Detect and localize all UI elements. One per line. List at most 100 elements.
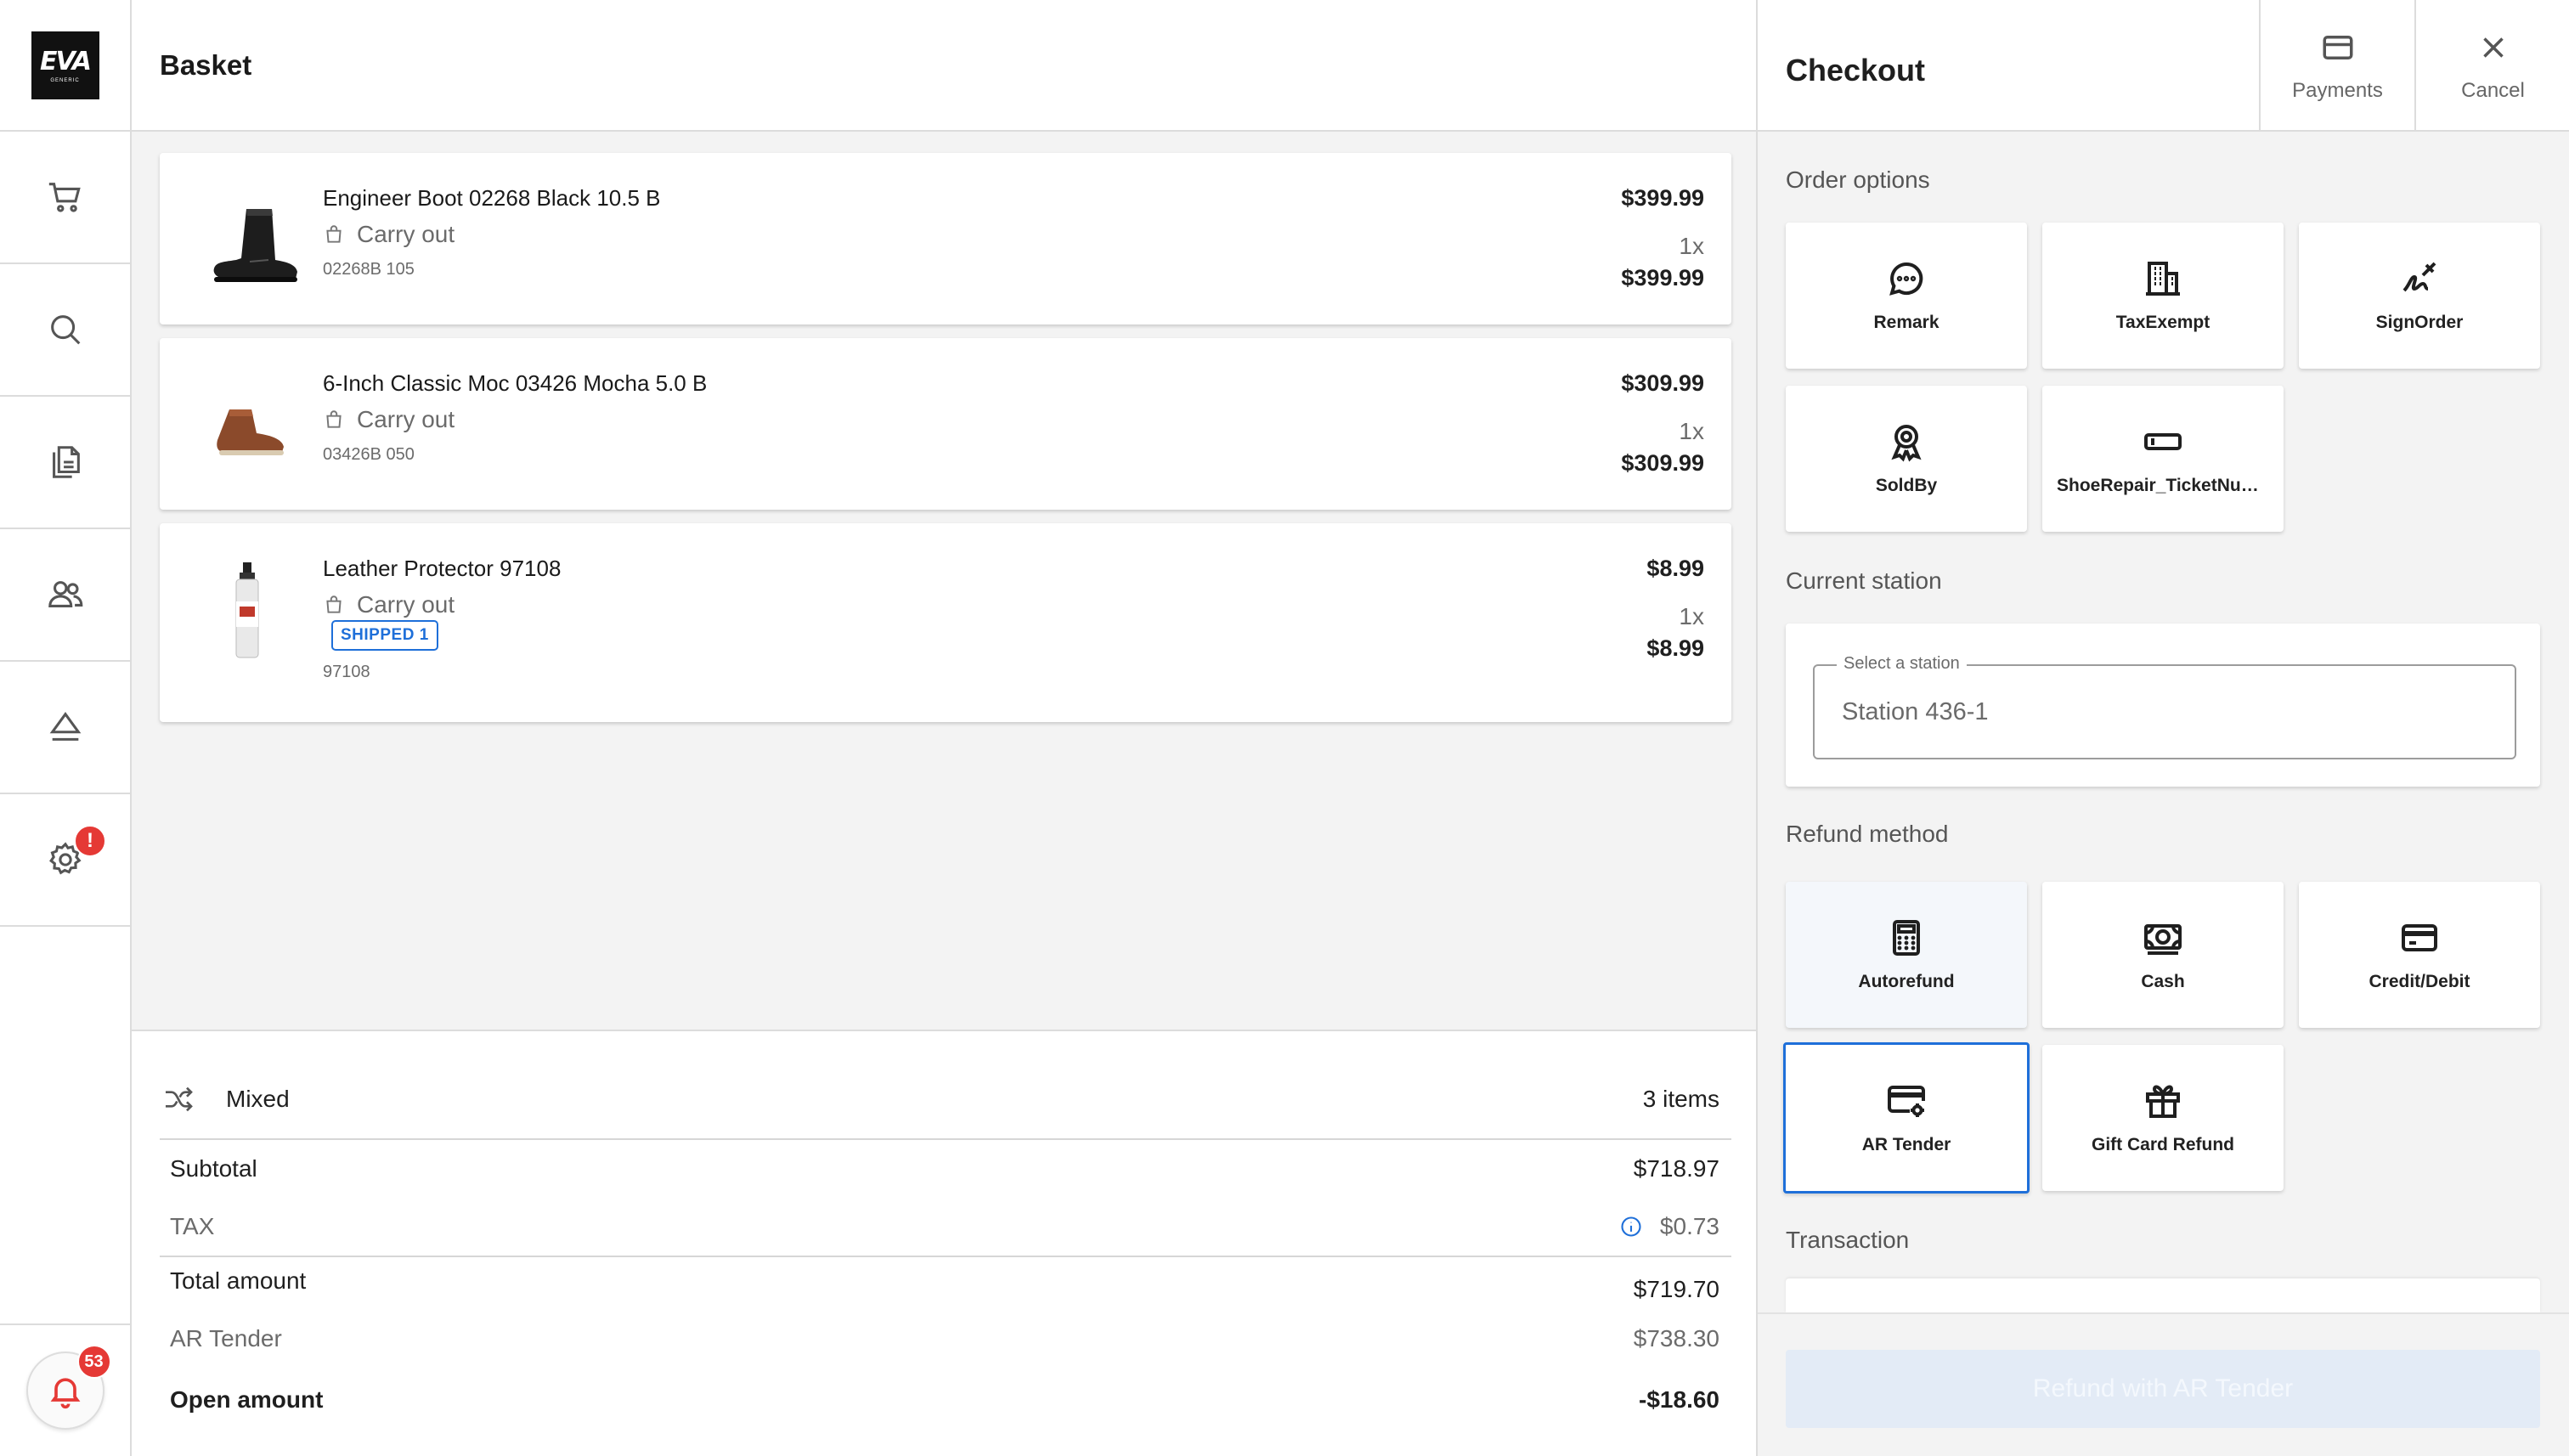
fulfillment-mode: Mixed xyxy=(226,1086,290,1112)
notifications-button[interactable]: 53 xyxy=(25,1345,111,1430)
shuffle-icon xyxy=(166,1086,193,1112)
logo-cell: EVA GENERIC xyxy=(0,0,130,132)
line-quantity: 1x xyxy=(1679,233,1704,259)
cash-option[interactable]: Cash xyxy=(2042,882,2284,1028)
eva-logo: EVA GENERIC xyxy=(31,31,99,99)
total-label: Total amount xyxy=(170,1267,307,1294)
remark-label: Remark xyxy=(1873,313,1939,332)
line-quantity: 1x xyxy=(1679,418,1704,444)
checkout-title: Checkout xyxy=(1786,53,1926,87)
checkout-footer: Refund with AR Tender xyxy=(1758,1312,2569,1456)
line-sku: 97108 xyxy=(323,663,370,681)
line-fulfillment: Carry out xyxy=(323,406,455,433)
rail-basket[interactable] xyxy=(0,132,130,264)
refund-method-heading: Refund method xyxy=(1786,821,1949,847)
eject-icon xyxy=(49,712,81,741)
line-total: $8.99 xyxy=(1646,635,1704,661)
ticket-icon xyxy=(2144,433,2182,450)
rail-eject[interactable] xyxy=(0,662,130,794)
line-product-name: 6-Inch Classic Moc 03426 Mocha 5.0 B xyxy=(323,370,708,396)
rail-search[interactable] xyxy=(0,264,130,397)
award-ribbon-icon xyxy=(1891,425,1922,462)
bell-icon xyxy=(50,1378,80,1409)
cash-label: Cash xyxy=(2141,972,2185,991)
ar-tender-label: AR Tender xyxy=(1861,1135,1951,1154)
basket-line[interactable]: Engineer Boot 02268 Black 10.5 B Carry o… xyxy=(160,153,1731,324)
cash-icon xyxy=(2144,924,2182,955)
black-boot-image xyxy=(213,209,297,282)
line-unit-price: $309.99 xyxy=(1621,370,1704,396)
fulfillment-label: Carry out xyxy=(357,591,455,618)
sold-by-option[interactable]: SoldBy xyxy=(1786,386,2027,532)
shopping-bag-icon xyxy=(326,410,342,428)
credit-debit-option[interactable]: Credit/Debit xyxy=(2299,882,2540,1028)
gift-card-refund-option[interactable]: Gift Card Refund xyxy=(2042,1045,2284,1191)
tender-value: $738.30 xyxy=(1633,1325,1719,1352)
shoe-repair-ticket-label: ShoeRepair_TicketNumber xyxy=(2057,476,2269,495)
shipped-badge: SHIPPED 1 xyxy=(331,620,438,651)
cart-icon xyxy=(48,183,81,212)
ar-tender-option[interactable]: AR Tender xyxy=(1783,1042,2030,1194)
line-sku: 03426B 050 xyxy=(323,445,415,464)
basket-title: Basket xyxy=(160,48,252,81)
line-product-name: Engineer Boot 02268 Black 10.5 B xyxy=(323,185,661,211)
station-select[interactable]: Select a station Station 436-1 xyxy=(1813,654,2516,759)
tax-exempt-option[interactable]: TaxExempt xyxy=(2042,223,2284,369)
subtotal-value: $718.97 xyxy=(1633,1155,1719,1182)
gift-icon xyxy=(2146,1085,2180,1118)
search-icon xyxy=(50,315,80,345)
credit-card-icon xyxy=(2402,924,2437,951)
order-options-heading: Order options xyxy=(1786,166,1930,193)
line-fulfillment: Carry out xyxy=(323,591,455,618)
calculator-icon xyxy=(1893,920,1920,956)
remark-option[interactable]: Remark xyxy=(1786,223,2027,369)
card-gear-icon xyxy=(1888,1086,1925,1117)
fulfillment-label: Carry out xyxy=(357,221,455,247)
refund-button[interactable]: Refund with AR Tender xyxy=(1786,1350,2540,1428)
line-sku: 02268B 105 xyxy=(323,260,415,279)
basket-header: Basket xyxy=(132,0,1756,132)
autorefund-option[interactable]: Autorefund xyxy=(1786,882,2027,1028)
line-fulfillment: Carry out xyxy=(323,221,455,248)
station-value: Station 436-1 xyxy=(1842,698,1989,725)
tax-value: $0.73 xyxy=(1659,1213,1719,1239)
tender-row: AR Tender $738.30 xyxy=(170,1325,1719,1352)
line-unit-price: $399.99 xyxy=(1621,185,1704,211)
payments-button[interactable]: Payments xyxy=(2259,0,2414,132)
station-card: Select a station Station 436-1 xyxy=(1786,624,2540,787)
payments-label: Payments xyxy=(2292,78,2383,102)
info-icon[interactable] xyxy=(1619,1215,1643,1239)
tax-label: TAX xyxy=(170,1213,215,1239)
fulfillment-label: Carry out xyxy=(357,406,455,432)
logo-text: EVA xyxy=(40,47,92,76)
line-total: $399.99 xyxy=(1621,265,1704,291)
transaction-heading: Transaction xyxy=(1786,1227,1910,1253)
users-icon xyxy=(48,581,82,607)
open-amount-label: Open amount xyxy=(170,1386,324,1413)
rail-orders[interactable] xyxy=(0,397,130,529)
fulfillment-mode-row[interactable]: Mixed 3 items xyxy=(161,1082,1719,1116)
cancel-button[interactable]: Cancel xyxy=(2414,0,2569,132)
rail-settings[interactable]: ! xyxy=(0,794,130,927)
total-value: $719.70 xyxy=(1633,1276,1719,1302)
sold-by-label: SoldBy xyxy=(1875,476,1938,495)
line-product-name: Leather Protector 97108 xyxy=(323,556,562,581)
open-amount-row: Open amount -$18.60 xyxy=(170,1386,1719,1414)
gift-card-refund-label: Gift Card Refund xyxy=(2092,1135,2234,1154)
notification-count-badge: 53 xyxy=(76,1345,111,1379)
autorefund-label: Autorefund xyxy=(1858,972,1955,991)
shopping-bag-icon xyxy=(326,225,342,243)
basket-line[interactable]: Leather Protector 97108 Carry out SHIPPE… xyxy=(160,523,1731,722)
sign-order-option[interactable]: SignOrder xyxy=(2299,223,2540,369)
line-quantity: 1x xyxy=(1679,603,1704,629)
rail-customers[interactable] xyxy=(0,529,130,662)
spray-bottle-image xyxy=(235,562,259,658)
building-icon xyxy=(2146,262,2180,296)
basket-line[interactable]: 6-Inch Classic Moc 03426 Mocha 5.0 B Car… xyxy=(160,338,1731,510)
line-total: $309.99 xyxy=(1621,450,1704,476)
brown-boot-image xyxy=(217,409,284,455)
subtotal-row: Subtotal $718.97 xyxy=(170,1155,1719,1182)
summary-divider xyxy=(160,1256,1731,1257)
shoe-repair-ticket-option[interactable]: ShoeRepair_TicketNumber xyxy=(2042,386,2284,532)
logo-subtext: GENERIC xyxy=(50,78,80,83)
